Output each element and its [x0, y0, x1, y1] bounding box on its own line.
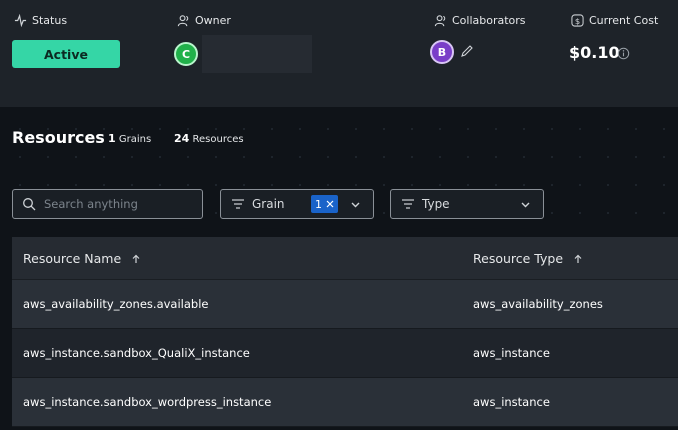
table-row[interactable]: aws_instance.sandbox_QualiX_instance aws… — [12, 329, 678, 378]
owner-name-redacted — [202, 35, 312, 73]
close-icon[interactable] — [326, 200, 334, 208]
status-badge: Active — [12, 40, 120, 68]
resource-name-cell: aws_instance.sandbox_QualiX_instance — [23, 346, 250, 360]
type-filter-label: Type — [422, 197, 450, 211]
resources-title: Resources — [12, 128, 105, 147]
column-header-label: Resource Type — [473, 250, 564, 266]
resource-type-cell: aws_availability_zones — [473, 297, 603, 311]
chevron-down-icon — [351, 202, 360, 208]
resource-name-cell: aws_instance.sandbox_wordpress_instance — [23, 395, 272, 409]
chevron-down-icon — [521, 202, 530, 208]
table-row[interactable]: aws_availability_zones.available aws_ava… — [12, 280, 678, 329]
resource-type-cell: aws_instance — [473, 395, 550, 409]
resources-count-label: Resources — [192, 134, 244, 145]
svg-text:$: $ — [575, 16, 580, 26]
status-label: Status — [14, 14, 67, 27]
current-cost-value: $0.10 — [569, 43, 620, 62]
dollar-icon: $ — [571, 14, 584, 27]
pencil-icon[interactable] — [460, 44, 474, 58]
resource-type-cell: aws_instance — [473, 346, 550, 360]
sandbox-summary-bar: Status Active Owner C Collaborators B $ … — [0, 0, 678, 107]
info-icon[interactable] — [617, 47, 630, 60]
search-input[interactable] — [44, 197, 194, 211]
filter-icon — [402, 199, 414, 209]
search-field[interactable] — [12, 189, 203, 219]
grains-count-number: 1 — [108, 132, 116, 145]
owner-avatar[interactable]: C — [174, 42, 198, 66]
column-header-resource-type[interactable]: Resource Type — [473, 251, 583, 266]
sort-ascending-icon[interactable] — [573, 254, 583, 264]
owner-label: Owner — [177, 14, 231, 27]
search-icon — [23, 198, 36, 211]
grains-count-label: Grains — [118, 134, 152, 145]
grain-filter-dropdown[interactable]: Grain 1 — [220, 189, 374, 219]
sort-ascending-icon[interactable] — [131, 254, 141, 264]
filter-icon — [232, 199, 244, 209]
collaborator-avatar[interactable]: B — [430, 40, 454, 64]
type-filter-dropdown[interactable]: Type — [390, 189, 544, 219]
activity-icon — [14, 14, 27, 27]
table-row[interactable]: aws_instance.sandbox_wordpress_instance … — [12, 378, 678, 427]
user-icon — [177, 15, 189, 27]
collaborators-label: Collaborators — [434, 14, 526, 27]
resources-count-number: 24 — [174, 132, 190, 145]
table-header: Resource Name Resource Type — [12, 237, 678, 280]
column-header-resource-name[interactable]: Resource Name — [23, 251, 141, 266]
cost-label: $ Current Cost — [571, 14, 658, 27]
grains-count: 1 Grains — [108, 132, 151, 145]
users-icon — [434, 15, 446, 27]
grain-filter-badge[interactable]: 1 — [311, 195, 338, 213]
owner-label-text: Owner — [195, 14, 231, 27]
resource-name-cell: aws_availability_zones.available — [23, 297, 209, 311]
column-header-label: Resource Name — [23, 250, 122, 266]
grain-filter-label: Grain — [252, 197, 285, 211]
collaborators-label-text: Collaborators — [452, 14, 526, 27]
resources-table: Resource Name Resource Type aws_availabi… — [12, 237, 678, 427]
status-label-text: Status — [32, 14, 68, 27]
grain-filter-count: 1 — [315, 197, 322, 211]
cost-label-text: Current Cost — [589, 14, 659, 27]
resources-count: 24 Resources — [174, 132, 244, 145]
